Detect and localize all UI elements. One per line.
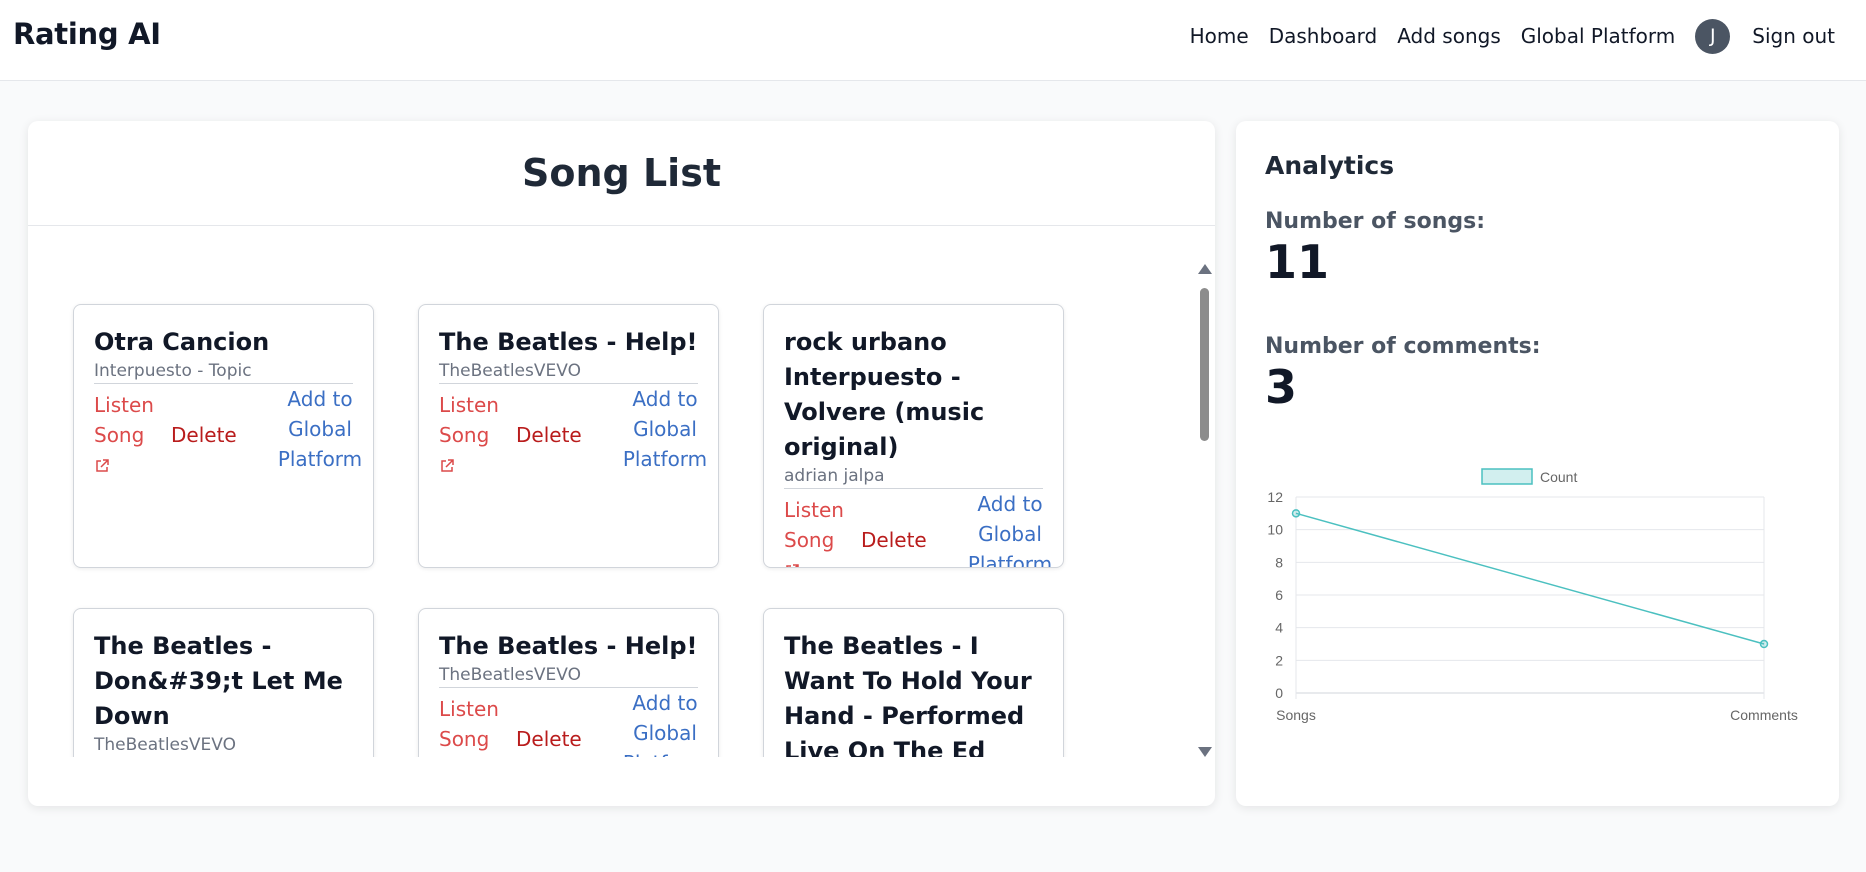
- song-card: The Beatles - I Want To Hold Your Hand -…: [763, 608, 1064, 757]
- external-link-icon: [439, 452, 455, 482]
- x-tick-label: Songs: [1276, 707, 1316, 723]
- nav-add-songs[interactable]: Add songs: [1397, 24, 1501, 48]
- nav-global-platform[interactable]: Global Platform: [1521, 24, 1676, 48]
- analytics-panel: Analytics Number of songs: 11 Number of …: [1236, 121, 1839, 806]
- y-tick-label: 12: [1267, 489, 1283, 505]
- delete-button[interactable]: Delete: [516, 420, 582, 450]
- x-tick-label: Comments: [1730, 707, 1798, 723]
- external-link-icon: [94, 452, 110, 482]
- song-actions: Listen Song Delete Add to Global Platfor…: [784, 489, 1052, 567]
- delete-button[interactable]: Delete: [516, 724, 582, 754]
- brand-logo[interactable]: Rating AI: [13, 17, 161, 51]
- y-tick-label: 6: [1275, 587, 1283, 603]
- nav-dashboard[interactable]: Dashboard: [1269, 24, 1378, 48]
- add-to-global-link[interactable]: Add to Global Platform: [965, 489, 1055, 567]
- scroll-up-arrow[interactable]: [1198, 264, 1212, 274]
- avatar[interactable]: J: [1695, 18, 1731, 54]
- add-to-global-link[interactable]: Add to Global Platform: [275, 384, 365, 474]
- songs-count-label: Number of songs:: [1265, 209, 1486, 234]
- series-line: [1295, 512, 1765, 645]
- legend-swatch: [1481, 468, 1533, 485]
- scroll-down-arrow[interactable]: [1198, 747, 1212, 757]
- song-actions: Listen Song Delete Add to Global Platfor…: [94, 384, 362, 484]
- song-card: The Beatles - Don&#39;t Let Me Down TheB…: [73, 608, 374, 757]
- listen-song-label: Listen Song: [784, 498, 844, 552]
- data-point: [1759, 639, 1769, 649]
- listen-song-link[interactable]: Listen Song: [439, 694, 509, 757]
- song-card: The Beatles - Help! TheBeatlesVEVO Liste…: [418, 608, 719, 757]
- y-tick-label: 8: [1275, 554, 1283, 570]
- song-list-title: Song List: [28, 121, 1215, 226]
- count-line-chart: 0 2 4 6 8 10 12 Songs Comments Count: [1267, 468, 1798, 723]
- songs-count-value: 11: [1265, 235, 1330, 289]
- song-title: The Beatles - Don&#39;t Let Me Down: [94, 632, 343, 730]
- add-to-global-link[interactable]: Add to Global Platform: [620, 688, 710, 757]
- y-tick-label: 2: [1275, 652, 1283, 668]
- song-title: Otra Cancion: [94, 328, 270, 356]
- delete-button[interactable]: Delete: [861, 525, 927, 555]
- data-point: [1291, 509, 1301, 518]
- song-grid: Otra Cancion Interpuesto - Topic Listen …: [28, 227, 1215, 757]
- song-channel: adrian jalpa: [784, 465, 1043, 489]
- y-tick-label: 0: [1275, 685, 1283, 701]
- analytics-title: Analytics: [1265, 151, 1395, 180]
- song-channel: Interpuesto - Topic: [94, 360, 353, 384]
- legend-label: Count: [1540, 469, 1577, 485]
- song-channel: TheBeatlesVEVO: [439, 664, 698, 688]
- listen-song-label: Listen Song: [439, 393, 499, 447]
- song-list-panel: Song List Otra Cancion Interpuesto - Top…: [28, 121, 1215, 806]
- external-link-icon: [784, 557, 800, 567]
- song-actions: Listen Song Delete Add to Global Platfor…: [439, 688, 707, 757]
- navbar: Rating AI Home Dashboard Add songs Globa…: [0, 0, 1866, 81]
- song-actions: Listen Song Delete Add to Global Platfor…: [439, 384, 707, 484]
- delete-button[interactable]: Delete: [171, 420, 237, 450]
- song-title: The Beatles - Help!: [439, 328, 698, 356]
- listen-song-label: Listen Song: [94, 393, 154, 447]
- sign-out-button[interactable]: Sign out: [1752, 24, 1835, 48]
- listen-song-link[interactable]: Listen Song: [784, 495, 854, 567]
- song-title: rock urbano Interpuesto - Volvere (music…: [784, 328, 985, 461]
- external-link-icon: [439, 756, 455, 758]
- song-card: Otra Cancion Interpuesto - Topic Listen …: [73, 304, 374, 568]
- listen-song-link[interactable]: Listen Song: [94, 390, 164, 482]
- nav-links: Home Dashboard Add songs Global Platform…: [1190, 18, 1835, 54]
- listen-song-link[interactable]: Listen Song: [439, 390, 509, 482]
- listen-song-label: Listen Song: [439, 697, 499, 751]
- song-title: The Beatles - I Want To Hold Your Hand -…: [784, 632, 1032, 757]
- y-tick-label: 4: [1275, 620, 1283, 636]
- song-title: The Beatles - Help!: [439, 632, 698, 660]
- song-channel: TheBeatlesVEVO: [94, 734, 353, 757]
- nav-home[interactable]: Home: [1190, 24, 1249, 48]
- comments-count-label: Number of comments:: [1265, 334, 1541, 359]
- song-channel: TheBeatlesVEVO: [439, 360, 698, 384]
- song-card: rock urbano Interpuesto - Volvere (music…: [763, 304, 1064, 568]
- song-card: The Beatles - Help! TheBeatlesVEVO Liste…: [418, 304, 719, 568]
- add-to-global-link[interactable]: Add to Global Platform: [620, 384, 710, 474]
- scroll-thumb[interactable]: [1200, 288, 1209, 441]
- comments-count-value: 3: [1265, 360, 1298, 414]
- y-tick-label: 10: [1267, 522, 1283, 538]
- scrollbar[interactable]: [1197, 264, 1212, 757]
